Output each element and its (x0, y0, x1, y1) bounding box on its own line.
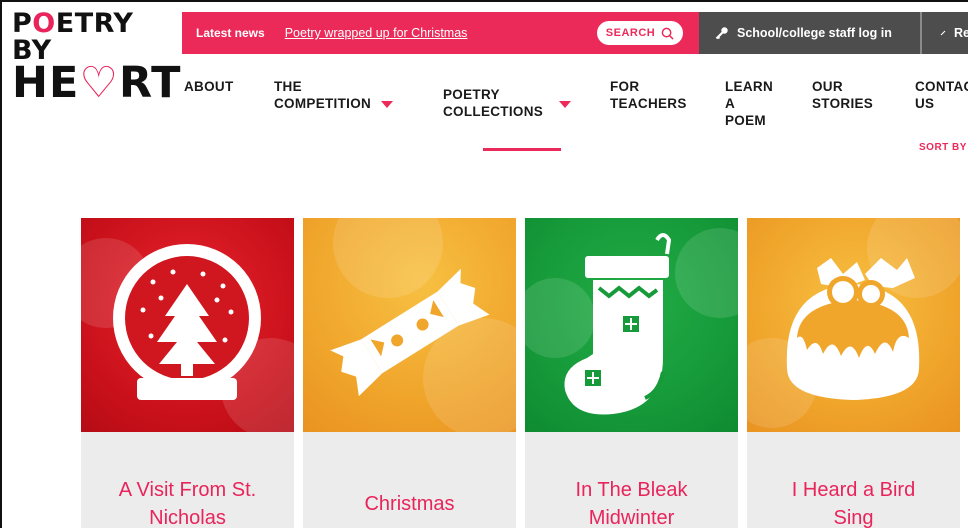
nav-collections-line1: POETRY (443, 87, 500, 102)
poem-card-title-line2: Midwinter (588, 507, 675, 528)
nav-teachers-line2: TEACHERS (610, 96, 687, 111)
poem-card-title-line1: Christmas (364, 493, 455, 515)
poem-card-title[interactable]: Christmas (303, 490, 516, 518)
poem-card-title-line2: Sing (833, 507, 874, 528)
nav-about[interactable]: ABOUT (184, 78, 234, 95)
poem-card-title[interactable]: I Heard a Bird Sing (747, 476, 960, 528)
search-button[interactable]: SEARCH (597, 21, 683, 45)
poem-card[interactable]: I Heard a Bird Sing (747, 218, 960, 528)
nav-contact[interactable]: CONTAC US (915, 78, 968, 112)
nav-learn-line2: A (725, 96, 736, 111)
latest-news-link[interactable]: Poetry wrapped up for Christmas (285, 26, 468, 40)
nav-competition-line2: COMPETITION (274, 96, 372, 111)
pencil-icon (940, 30, 946, 36)
christmas-pudding-icon (786, 258, 920, 400)
nav-about-label: ABOUT (184, 79, 234, 94)
search-icon (661, 27, 674, 40)
key-icon (715, 27, 728, 40)
staff-login-button[interactable]: School/college staff log in (699, 12, 920, 54)
stocking-icon (564, 233, 672, 415)
nav-learn-line1: LEARN (725, 79, 773, 94)
sort-by-label[interactable]: SORT BY (919, 142, 967, 153)
poem-card-title[interactable]: A Visit From St. Nicholas (81, 476, 294, 528)
latest-news-label: Latest news (196, 26, 265, 40)
poem-card-image (303, 218, 516, 432)
nav-active-indicator (483, 148, 561, 151)
nav-teachers[interactable]: FOR TEACHERS (610, 78, 687, 112)
nav-collections[interactable]: POETRY COLLECTIONS (443, 86, 572, 120)
cracker-icon (330, 268, 490, 397)
staff-login-label: School/college staff log in (737, 26, 892, 40)
poem-card-image (81, 218, 294, 432)
poem-card-image (525, 218, 738, 432)
nav-competition-line1: THE (274, 79, 302, 94)
poem-card[interactable]: In The Bleak Midwinter (525, 218, 738, 528)
nav-learn[interactable]: LEARN A POEM (725, 78, 773, 129)
main-nav: ABOUT THE COMPETITION POETRY COLLECTIONS… (2, 76, 968, 146)
chevron-down-icon (559, 100, 572, 108)
nav-competition[interactable]: THE COMPETITION (274, 78, 394, 112)
nav-stories-line2: STORIES (812, 96, 874, 111)
poem-cards: A Visit From St. Nicholas Christmas In T… (81, 218, 968, 528)
logo-line1: POETRY BY (12, 8, 134, 66)
poem-card[interactable]: Christmas (303, 218, 516, 528)
poem-card-title-line2: Nicholas (149, 507, 226, 528)
nav-stories-line1: OUR (812, 79, 843, 94)
poem-card-image (747, 218, 960, 432)
chevron-down-icon (381, 100, 394, 108)
nav-teachers-line1: FOR (610, 79, 640, 94)
page-frame: POETRY BY HE♡RT Latest news Poetry wrapp… (0, 0, 968, 528)
top-bar: Latest news Poetry wrapped up for Christ… (182, 12, 968, 54)
search-label: SEARCH (605, 27, 656, 39)
nav-stories[interactable]: OUR STORIES (812, 78, 873, 112)
poem-card[interactable]: A Visit From St. Nicholas (81, 218, 294, 528)
nav-learn-line3: POEM (725, 113, 766, 128)
nav-contact-line1: CONTAC (915, 79, 968, 94)
poem-card-title-line1: In The Bleak (575, 479, 688, 501)
poem-card-title-line1: A Visit From St. (118, 479, 257, 501)
nav-contact-line2: US (915, 96, 935, 111)
poem-card-title-line1: I Heard a Bird (791, 479, 916, 501)
register-label: Re (954, 26, 968, 40)
poem-card-title[interactable]: In The Bleak Midwinter (525, 476, 738, 528)
snow-globe-icon (113, 244, 261, 400)
register-button[interactable]: Re (920, 12, 968, 54)
nav-collections-line2: COLLECTIONS (443, 104, 544, 119)
